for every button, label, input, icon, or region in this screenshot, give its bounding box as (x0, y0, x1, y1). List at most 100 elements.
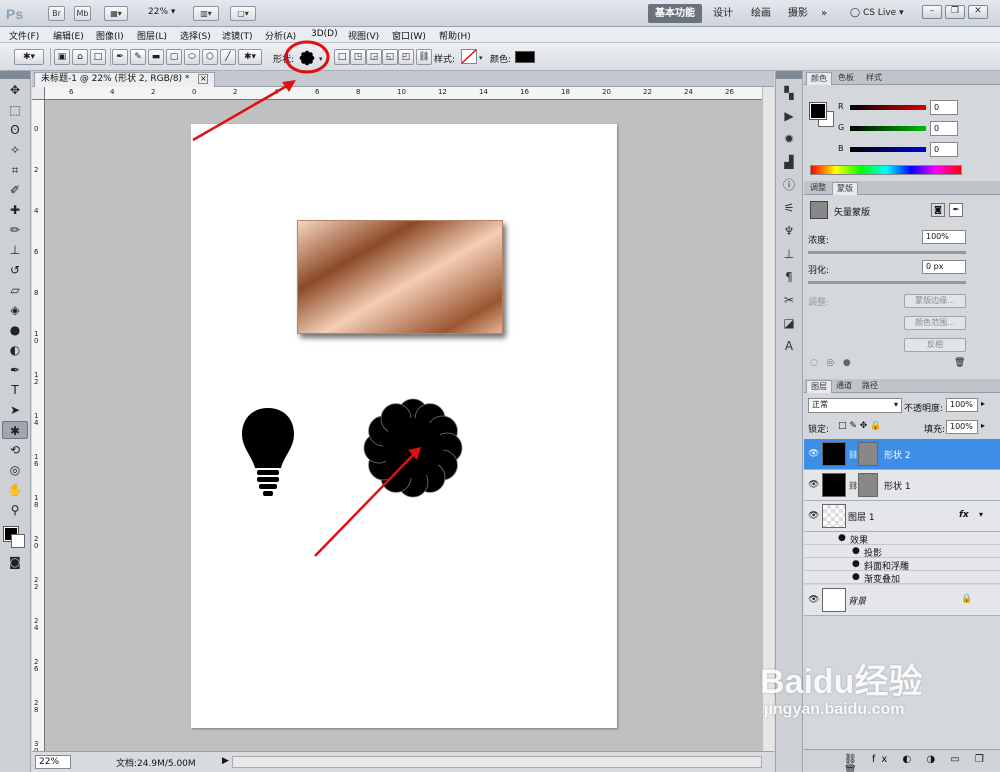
masks-footer-icons[interactable]: ◌ ◎ ● (810, 358, 851, 368)
menu-layer[interactable]: 图层(L) (137, 29, 167, 42)
close-document-icon[interactable]: × (198, 74, 209, 84)
rectangle-shape-option[interactable]: ▬ (148, 49, 164, 65)
effect-drop-shadow[interactable]: ● 投影 (804, 545, 1000, 559)
color-range-button[interactable]: 颜色范围... (904, 316, 966, 330)
eyedropper-tool-icon[interactable]: ✐ (2, 181, 28, 199)
fill-arrow-icon[interactable]: ▸ (981, 421, 985, 430)
vector-mask-thumb[interactable] (858, 442, 878, 466)
polygon-option[interactable]: ⬡ (202, 49, 218, 65)
dodge-tool-icon[interactable]: ◐ (2, 341, 28, 359)
flower-shape-layer[interactable] (361, 396, 465, 500)
info-panel-icon[interactable]: ⓘ (779, 176, 799, 194)
menu-file[interactable]: 文件(F) (9, 29, 39, 42)
menu-3d[interactable]: 3D(D) (311, 29, 338, 39)
color-panel-foreground[interactable] (809, 102, 827, 120)
navigator-panel-icon[interactable]: ✹ (779, 130, 799, 148)
layer-row-shape2[interactable]: 👁 ⛓ 形状 2 (804, 439, 1000, 470)
shape-picker[interactable]: ▾ (298, 49, 326, 67)
tab-channels[interactable]: 通道 (832, 380, 856, 393)
vertical-ruler[interactable]: 0 2 4 6 8 1 0 1 2 1 4 1 6 1 8 2 0 2 2 2 4 2 6 2 8 3 0 (32, 100, 45, 751)
effect-gradient-overlay[interactable]: ● 渐变叠加 (804, 571, 1000, 585)
horizontal-scrollbar[interactable] (232, 756, 762, 768)
menu-image[interactable]: 图像(I) (96, 29, 124, 42)
paint-bucket-tool-icon[interactable]: ◈ (2, 301, 28, 319)
move-tool-icon[interactable]: ✥ (2, 81, 28, 99)
marquee-tool-icon[interactable]: ⬚ (2, 101, 28, 119)
opacity-field[interactable]: 100% (946, 398, 978, 412)
layer-row-layer1[interactable]: 👁 图层 1 fx ▾ (804, 501, 1000, 532)
screen-mode-button[interactable]: ▢▾ (230, 6, 256, 21)
subtract-shape-area-button[interactable]: ◲ (366, 49, 382, 65)
path-selection-tool-icon[interactable]: ➤ (2, 401, 28, 419)
workspace-photography[interactable]: 摄影 (781, 4, 815, 23)
restore-button[interactable]: ❐ (945, 5, 965, 19)
tool-preset-picker[interactable]: ✱▾ (14, 49, 44, 65)
style-picker[interactable]: ▾ (461, 49, 487, 65)
clone-source-icon[interactable]: ♆ (779, 222, 799, 240)
link-layer-button[interactable]: ⛓ (416, 49, 432, 65)
close-window-button[interactable]: ✕ (968, 5, 988, 19)
visibility-eye-icon[interactable]: 👁 (808, 595, 819, 605)
actions-panel-icon[interactable]: ▶ (779, 107, 799, 125)
hand-tool-icon[interactable]: ✋ (2, 481, 28, 499)
density-field[interactable]: 100% (922, 230, 966, 244)
density-slider[interactable] (808, 251, 966, 254)
freeform-pen-option[interactable]: ✎ (130, 49, 146, 65)
opacity-arrow-icon[interactable]: ▸ (981, 399, 985, 408)
gradient-rectangle-layer[interactable] (297, 220, 503, 334)
notes-panel-icon[interactable]: ◪ (779, 314, 799, 332)
document-page[interactable] (191, 124, 617, 728)
background-color-swatch[interactable] (11, 534, 25, 548)
vector-mask-thumb[interactable] (858, 473, 878, 497)
quick-mask-icon[interactable]: ◙ (2, 553, 28, 571)
pen-tool-icon[interactable]: ✒ (2, 361, 28, 379)
menu-edit[interactable]: 编辑(E) (53, 29, 84, 42)
crop-tool-icon[interactable]: ⌗ (2, 161, 28, 179)
lock-icons[interactable]: □ ✎ ✥ 🔒 (838, 421, 881, 431)
paths-mode-button[interactable]: ⌂ (72, 49, 88, 65)
ruler-origin[interactable] (32, 87, 45, 100)
effect-eye-icon[interactable]: ● (852, 572, 860, 582)
mini-bridge-button[interactable]: Mb (74, 6, 91, 21)
tab-color[interactable]: 颜色 (806, 72, 832, 85)
document-tab[interactable]: 未标题-1 @ 22% (形状 2, RGB/8) * × (34, 72, 216, 87)
visibility-eye-icon[interactable]: 👁 (808, 480, 819, 490)
menu-filter[interactable]: 滤镜(T) (222, 29, 253, 42)
visibility-eye-icon[interactable]: 👁 (808, 511, 819, 521)
effect-eye-icon[interactable]: ● (852, 559, 860, 569)
workspace-design[interactable]: 设计 (706, 4, 740, 23)
expand-effects-icon[interactable]: ▾ (979, 510, 983, 519)
menu-view[interactable]: 视图(V) (348, 29, 379, 42)
effect-bevel-emboss[interactable]: ● 斜面和浮雕 (804, 558, 1000, 572)
mask-edge-button[interactable]: 蒙版边缘... (904, 294, 966, 308)
zoom-level-dropdown[interactable]: 22% ▾ (148, 7, 175, 17)
cs-live-button[interactable]: ◯ CS Live ▾ (850, 4, 904, 23)
zoom-tool-icon[interactable]: ⚲ (2, 501, 28, 519)
shape-color-swatch[interactable] (515, 51, 535, 63)
blur-tool-icon[interactable]: ● (2, 321, 28, 339)
effects-eye-icon[interactable]: ● (838, 533, 846, 543)
canvas-area[interactable] (45, 100, 774, 751)
visibility-eye-icon[interactable]: 👁 (808, 449, 819, 459)
character-panel-icon[interactable]: A (779, 337, 799, 355)
workspace-painting[interactable]: 绘画 (744, 4, 778, 23)
exclude-overlap-button[interactable]: ◰ (398, 49, 414, 65)
arrange-documents-button[interactable]: ▥▾ (193, 6, 219, 21)
menu-help[interactable]: 帮助(H) (439, 29, 471, 42)
view-extras-button[interactable]: ▦▾ (104, 6, 128, 21)
fill-pixels-mode-button[interactable]: □ (90, 49, 106, 65)
custom-shape-option[interactable]: ✱▾ (238, 49, 262, 65)
pixel-mask-icon[interactable]: ◙ (931, 203, 945, 217)
status-zoom-field[interactable]: 22% (35, 755, 71, 769)
custom-shape-tool-icon[interactable]: ✱ (2, 421, 28, 439)
history-brush-tool-icon[interactable]: ↺ (2, 261, 28, 279)
feather-slider[interactable] (808, 281, 966, 284)
quick-select-tool-icon[interactable]: ✧ (2, 141, 28, 159)
intersect-shape-areas-button[interactable]: ◱ (382, 49, 398, 65)
paragraph-panel-icon[interactable]: ¶ (779, 268, 799, 286)
lasso-tool-icon[interactable]: ʘ (2, 121, 28, 139)
shape-layers-mode-button[interactable]: ▣ (54, 49, 70, 65)
fill-field[interactable]: 100% (946, 420, 978, 434)
effects-header[interactable]: ● 效果 (804, 532, 1000, 546)
brush-presets-icon[interactable]: ⚟ (779, 199, 799, 217)
